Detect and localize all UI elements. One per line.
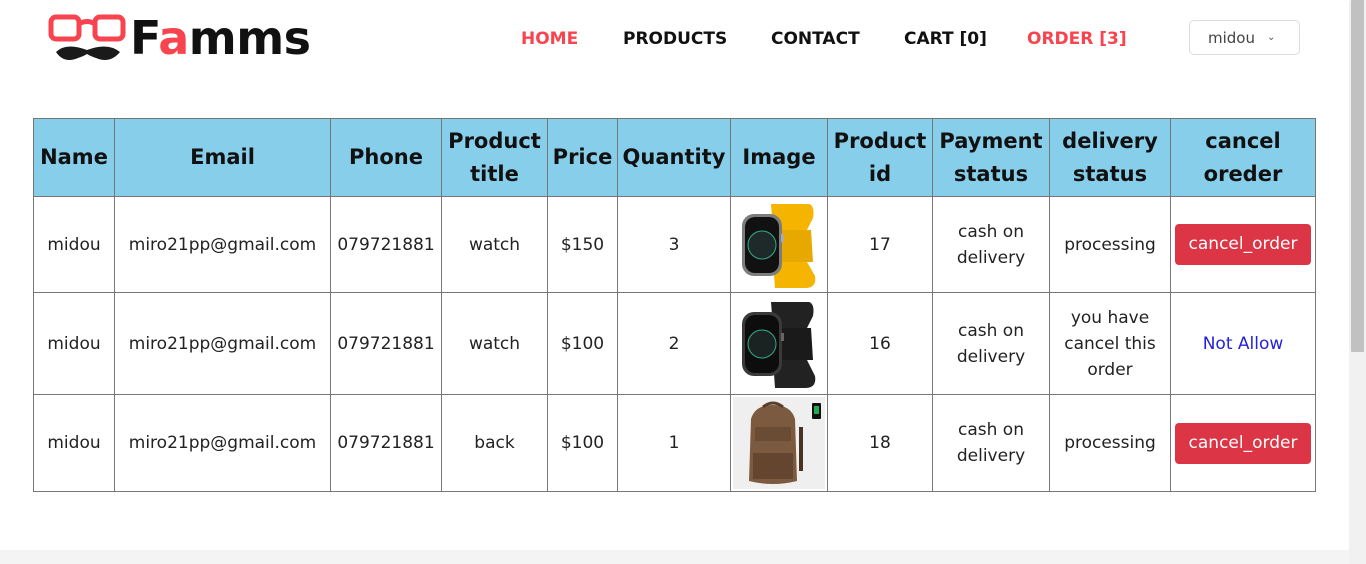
vertical-scrollbar[interactable] [1349, 0, 1366, 564]
cell-delivery-status: you have cancel this order [1049, 292, 1171, 395]
cell-product-title: watch [441, 292, 548, 395]
cell-name: midou [33, 292, 115, 395]
cell-image [730, 394, 828, 492]
user-menu-value: midou [1208, 28, 1255, 47]
cell-payment-status: cash on delivery [932, 292, 1050, 395]
cell-image [730, 196, 828, 293]
cell-image [730, 292, 828, 395]
yellow-band-smartwatch-image [733, 199, 825, 290]
header-quantity: Quantity [617, 118, 731, 197]
table-row: midou miro21pp@gmail.com 079721881 watch… [33, 292, 1316, 395]
header-delivery-status: delivery status [1049, 118, 1171, 197]
cancel-order-button[interactable]: cancel_order [1174, 224, 1312, 265]
nav-order-link[interactable]: ORDER [3] [1027, 28, 1127, 50]
header-product-id: Product id [827, 118, 933, 197]
chevron-down-icon: ⌄ [1267, 32, 1276, 43]
table-header-row: Name Email Phone Product title Price Quan… [33, 118, 1316, 197]
header-name: Name [33, 118, 115, 197]
brand-name: Famms [130, 11, 311, 65]
glasses-mustache-icon [48, 14, 126, 60]
nav-products-link[interactable]: PRODUCTS [623, 28, 727, 50]
table-row: midou miro21pp@gmail.com 079721881 watch… [33, 196, 1316, 293]
orders-table: Name Email Phone Product title Price Quan… [33, 118, 1316, 492]
header-cancel-order: cancel oreder [1170, 118, 1316, 197]
header-price: Price [547, 118, 618, 197]
user-menu-select[interactable]: midou ⌄ [1189, 20, 1300, 55]
cell-product-title: watch [441, 196, 548, 293]
table-row: midou miro21pp@gmail.com 079721881 back … [33, 394, 1316, 492]
cell-email: miro21pp@gmail.com [114, 292, 331, 395]
footer-band [0, 550, 1349, 564]
cell-quantity: 3 [617, 196, 731, 293]
cell-price: $100 [547, 394, 618, 492]
cell-payment-status: cash on delivery [932, 196, 1050, 293]
header-email: Email [114, 118, 331, 197]
cell-delivery-status: processing [1049, 394, 1171, 492]
cell-email: miro21pp@gmail.com [114, 394, 331, 492]
cell-product-title: back [441, 394, 548, 492]
cancel-order-button[interactable]: cancel_order [1174, 422, 1312, 464]
cell-price: $100 [547, 292, 618, 395]
nav-contact-link[interactable]: CONTACT [771, 28, 860, 50]
cell-cancel-order: Not Allow [1170, 292, 1316, 395]
header-image: Image [730, 118, 828, 197]
scrollbar-thumb[interactable] [1351, 0, 1364, 352]
cell-price: $150 [547, 196, 618, 293]
cell-phone: 079721881 [330, 394, 442, 492]
header-payment-status: Payment status [932, 118, 1050, 197]
nav-home-link[interactable]: HOME [521, 28, 578, 50]
page: Famms HOME PRODUCTS CONTACT CART [0] ORD… [0, 0, 1349, 564]
cell-payment-status: cash on delivery [932, 394, 1050, 492]
cell-cancel-order: cancel_order [1170, 196, 1316, 293]
brown-leather-backpack-image [733, 397, 825, 489]
nav-cart-link[interactable]: CART [0] [904, 28, 987, 50]
black-band-smartwatch-image [733, 297, 825, 390]
cell-name: midou [33, 196, 115, 293]
cell-email: miro21pp@gmail.com [114, 196, 331, 293]
cell-name: midou [33, 394, 115, 492]
cell-product-id: 17 [827, 196, 933, 293]
brand-logo[interactable]: Famms [48, 12, 311, 64]
header-phone: Phone [330, 118, 442, 197]
cell-quantity: 1 [617, 394, 731, 492]
cell-phone: 079721881 [330, 196, 442, 293]
cell-phone: 079721881 [330, 292, 442, 395]
header-product-title: Product title [441, 118, 548, 197]
cell-product-id: 18 [827, 394, 933, 492]
cell-quantity: 2 [617, 292, 731, 395]
cell-product-id: 16 [827, 292, 933, 395]
not-allow-text: Not Allow [1202, 333, 1284, 354]
cell-delivery-status: processing [1049, 196, 1171, 293]
cell-cancel-order: cancel_order [1170, 394, 1316, 492]
